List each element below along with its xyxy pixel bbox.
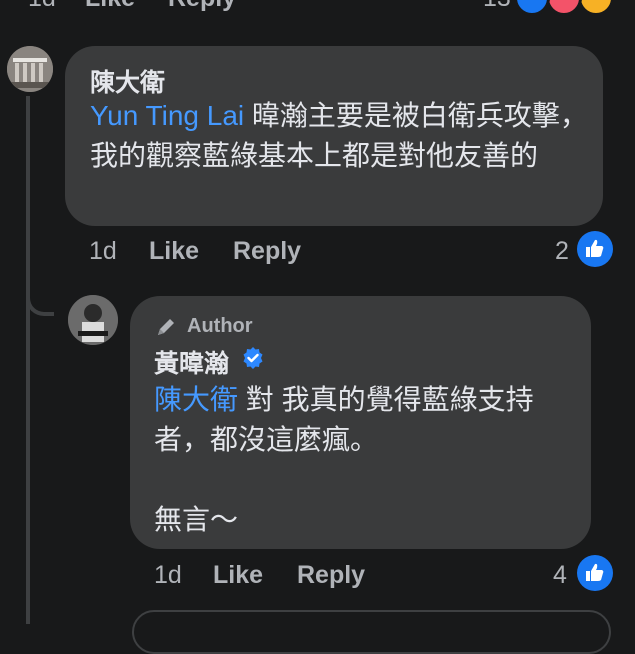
mention-link[interactable]: Yun Ting Lai (90, 100, 244, 131)
top-reply-button[interactable]: Reply (168, 0, 236, 13)
top-like-button[interactable]: Like (85, 0, 135, 13)
love-reaction-icon (546, 0, 582, 16)
top-comment-time: 1d (28, 0, 56, 13)
mention-link[interactable]: 陳大衛 (154, 384, 238, 415)
top-reactions[interactable] (512, 0, 614, 18)
reply-connector (26, 260, 54, 316)
avatar-huang-weihan[interactable] (68, 295, 118, 345)
comment-text: 陳大衛 對 我真的覺得藍綠支持者，都沒這麼瘋。 無言～ (154, 380, 579, 540)
verified-badge-icon (241, 346, 265, 370)
avatar-chen-dawei[interactable] (7, 46, 53, 92)
reply-button[interactable]: Reply (297, 561, 365, 590)
comment-author-name[interactable]: 陳大衛 (90, 63, 165, 99)
like-reaction-icon[interactable] (577, 555, 613, 591)
comment-author-name[interactable]: 黃暐瀚 (154, 344, 229, 380)
like-button[interactable]: Like (149, 237, 199, 266)
reaction-count: 4 (553, 561, 567, 589)
like-reaction-icon[interactable] (577, 231, 613, 267)
author-badge-label: Author (187, 315, 253, 337)
reaction-count: 2 (555, 237, 569, 265)
comment-time: 1d (89, 237, 117, 265)
comment-time: 1d (154, 561, 182, 589)
comment-bubble-2: Author 黃暐瀚 陳大衛 對 我真的覺得藍綠支持者，都沒這麼瘋。 無言～ (130, 296, 591, 549)
pen-icon (158, 319, 174, 335)
reply-input-box[interactable] (132, 610, 611, 654)
top-reaction-count: 13 (483, 0, 511, 13)
comment-bubble-1: 陳大衛 Yun Ting Lai 暐瀚主要是被白衛兵攻擊，我的觀察藍綠基本上都是… (65, 46, 603, 226)
like-button[interactable]: Like (213, 561, 263, 590)
comment-text: Yun Ting Lai 暐瀚主要是被白衛兵攻擊，我的觀察藍綠基本上都是對他友善… (90, 96, 590, 176)
thread-line (26, 96, 30, 624)
haha-reaction-icon (578, 0, 614, 16)
reply-button[interactable]: Reply (233, 237, 301, 266)
like-reaction-icon (514, 0, 550, 16)
